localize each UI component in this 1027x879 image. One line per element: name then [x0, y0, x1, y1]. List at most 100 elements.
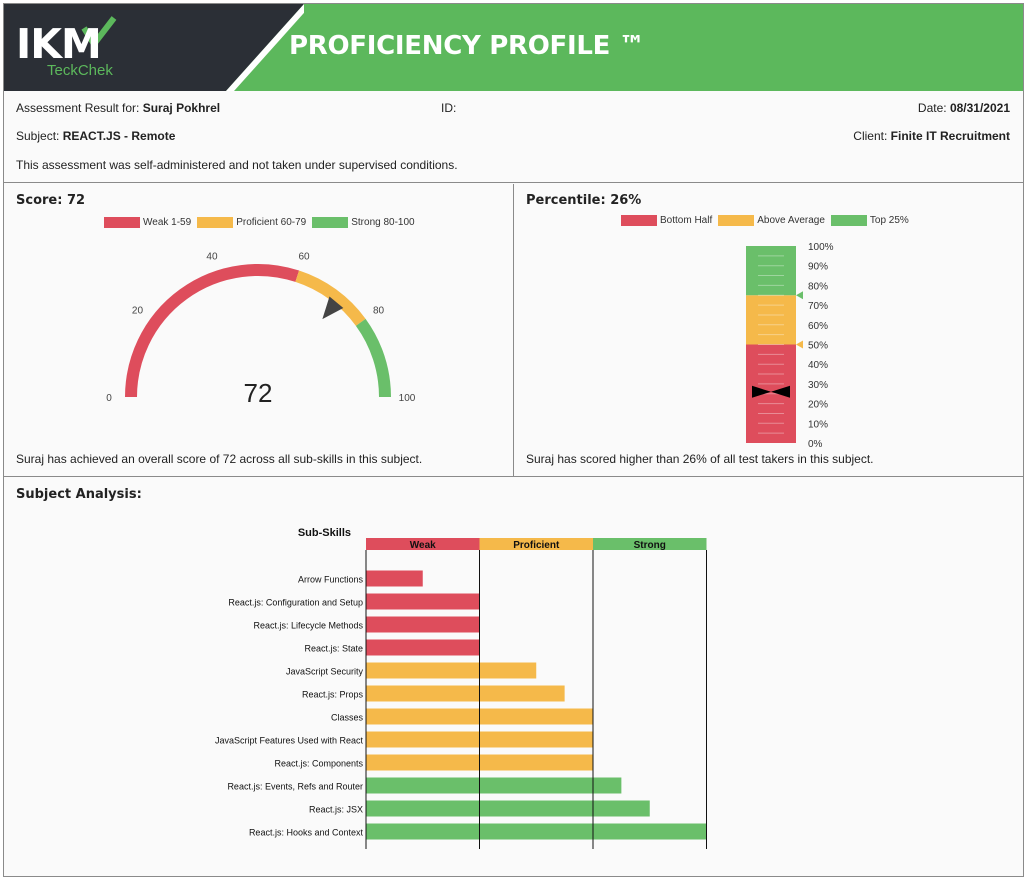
subskills-chart: Sub-Skills Weak Proficient Strong Arrow Func…: [215, 527, 707, 849]
legend-bottom-half: Bottom Half: [621, 215, 712, 226]
legend-swatch-top-25: [830, 215, 867, 226]
logo-subtitle: TeckChek: [47, 62, 113, 79]
percentile-tick-label: 100%: [808, 242, 834, 253]
skill-label: JavaScript Features Used with React: [215, 736, 364, 746]
skill-bar: [366, 639, 480, 656]
gauge-tick-label: 60: [298, 251, 310, 262]
legend-proficient: Proficient 60-79: [197, 217, 306, 228]
id-label: ID:: [441, 101, 457, 115]
gauge-tick-label: 100: [399, 393, 416, 404]
logo: IKM: [16, 20, 102, 68]
percentile-tick-label: 50%: [808, 341, 828, 352]
subject-line: Subject: REACT.JS - Remote: [16, 129, 175, 143]
legend-label-proficient: Proficient 60-79: [236, 217, 307, 228]
percentile-panel: Percentile: 26% Bottom Half Above Averag…: [514, 184, 1023, 477]
score-panel: Score: 72 Weak 1-59 Proficient 60-79 Str…: [4, 184, 514, 477]
percentile-band-top-25-: [746, 246, 796, 296]
skill-label: React.js: State: [304, 644, 363, 654]
legend-swatch-bottom-half: [621, 215, 657, 226]
skill-label: Arrow Functions: [298, 575, 364, 585]
percentile-boundary-marker: [796, 340, 803, 349]
skill-bar: [366, 662, 537, 679]
skill-bar: [366, 777, 622, 794]
skill-label: React.js: Events, Refs and Router: [227, 782, 363, 792]
subskills-axis-title: Sub-Skills: [298, 527, 351, 539]
skill-label: Classes: [331, 713, 364, 723]
skill-label: React.js: Configuration and Setup: [228, 598, 363, 608]
date-label: Date:: [917, 101, 947, 115]
percentile-tick-label: 10%: [808, 419, 828, 430]
report-title: PROFICIENCY PROFILE ™: [289, 31, 645, 61]
gauge-tick-label: 80: [373, 305, 385, 316]
logo-panel: IKM TeckChek: [4, 4, 304, 91]
client-line: Client: Finite IT Recruitment: [853, 129, 1010, 143]
candidate-line: Assessment Result for: Suraj Pokhrel: [16, 101, 220, 115]
gauge-tick-label: 20: [132, 305, 144, 316]
gauge-band-strong: [355, 318, 391, 398]
date-line: Date: 08/31/2021: [918, 101, 1010, 115]
client-label: Client:: [853, 129, 888, 143]
percentile-band-above-average: [746, 295, 796, 345]
score-legend: Weak 1-59 Proficient 60-79 Strong 80-100: [104, 217, 421, 228]
legend-label-strong: Strong 80-100: [351, 217, 415, 228]
percentile-tick-label: 60%: [808, 321, 828, 332]
supervision-note: This assessment was self-administered an…: [16, 158, 458, 172]
percentile-tick-label: 0%: [808, 439, 823, 450]
skill-label: JavaScript Security: [286, 667, 364, 677]
gauge-tick-label: 40: [206, 251, 218, 262]
legend-label-top-25: Top 25%: [869, 215, 909, 226]
percentile-tick-label: 20%: [808, 400, 828, 411]
report-header: IKM TeckChek PROFICIENCY PROFILE ™: [4, 4, 1023, 91]
percentile-tick-label: 80%: [808, 281, 828, 292]
skill-bar: [366, 616, 480, 633]
skill-bar: [366, 685, 565, 702]
skill-label: React.js: JSX: [309, 805, 363, 815]
legend-label-above-average: Above Average: [757, 215, 825, 226]
percentile-tick-label: 70%: [808, 301, 828, 312]
skill-bar: [366, 570, 423, 587]
result-label: Assessment Result for:: [16, 101, 140, 115]
subject-panel: Subject Analysis: Sub-Skills Weak Proficie…: [4, 478, 1023, 876]
score-footnote: Suraj has achieved an overall score of 7…: [16, 452, 423, 466]
subject-title: Subject Analysis:: [16, 487, 142, 502]
legend-swatch-above-average: [718, 215, 755, 226]
skill-bar: [366, 800, 650, 817]
skill-label: React.js: Components: [274, 759, 363, 769]
percentile-title: Percentile: 26%: [526, 193, 642, 208]
skill-bar: [366, 593, 480, 610]
zone-header-label: Strong: [634, 540, 666, 551]
score-gauge: 0 20 40 60 80 100 72: [106, 251, 416, 408]
legend-above-average: Above Average: [718, 215, 825, 226]
legend-strong: Strong 80-100: [312, 217, 415, 228]
client-value: Finite IT Recruitment: [890, 129, 1010, 143]
legend-swatch-weak: [104, 217, 140, 228]
assessment-info: Assessment Result for: Suraj Pokhrel ID:…: [4, 91, 1023, 183]
percentile-chart: 0% 10% 20% 30% 40% 50% 60% 70% 80% 90% 100%: [746, 242, 834, 450]
percentile-tick-label: 40%: [808, 360, 828, 371]
subject-value: REACT.JS - Remote: [62, 129, 176, 143]
legend-weak: Weak 1-59: [104, 217, 191, 228]
legend-label-weak: Weak 1-59: [143, 217, 192, 228]
zone-header-label: Proficient: [513, 540, 560, 551]
legend-top-25: Top 25%: [830, 215, 909, 226]
percentile-tick-label: 30%: [808, 380, 828, 391]
percentile-boundary-marker: [796, 291, 803, 300]
candidate-name: Suraj Pokhrel: [142, 101, 221, 115]
legend-swatch-strong: [312, 217, 349, 228]
skill-label: React.js: Lifecycle Methods: [253, 621, 363, 631]
legend-label-bottom-half: Bottom Half: [660, 215, 713, 226]
percentile-legend: Bottom Half Above Average Top 25%: [621, 215, 915, 226]
legend-swatch-proficient: [197, 217, 234, 228]
skill-label: React.js: Props: [302, 690, 364, 700]
percentile-tick-label: 90%: [808, 262, 828, 273]
score-title: Score: 72: [16, 193, 86, 208]
skill-label: React.js: Hooks and Context: [249, 828, 364, 838]
zone-header-label: Weak: [410, 540, 436, 551]
subject-label: Subject:: [16, 129, 60, 143]
percentile-footnote: Suraj has scored higher than 26% of all …: [526, 452, 874, 466]
report-page: IKM TeckChek PROFICIENCY PROFILE ™ Asses…: [3, 3, 1024, 877]
date-value: 08/31/2021: [949, 101, 1010, 115]
gauge-value: 72: [244, 378, 273, 408]
skill-bar: [366, 823, 707, 840]
gauge-tick-label: 0: [106, 393, 112, 404]
